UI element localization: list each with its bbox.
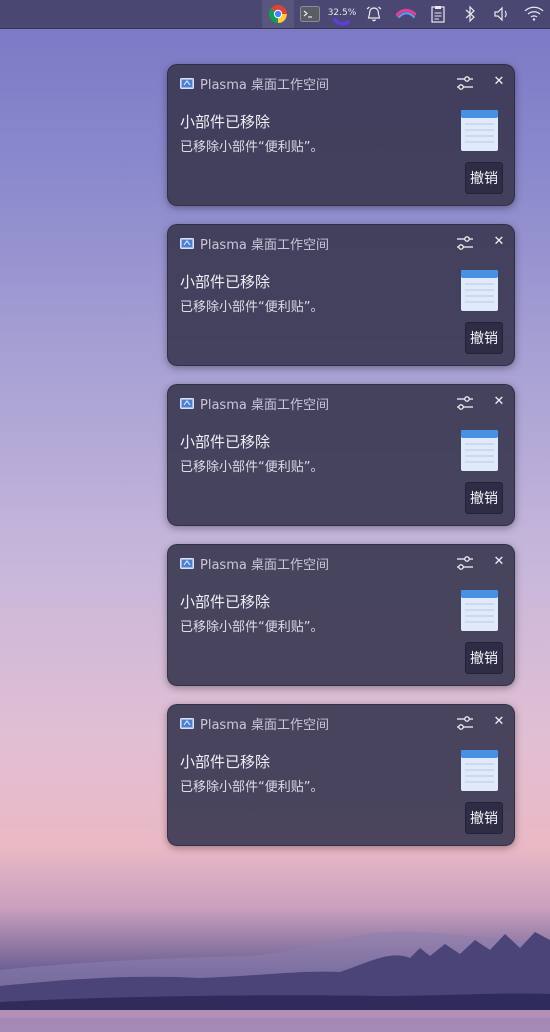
notification-body: 已移除小部件“便利贴”。 <box>180 780 324 795</box>
notification-app-name: Plasma 桌面工作空间 <box>200 557 329 573</box>
plasma-app-icon <box>180 77 194 89</box>
chrome-icon <box>269 5 287 24</box>
notification-app-name: Plasma 桌面工作空间 <box>200 717 329 733</box>
undo-button[interactable]: 撤销 <box>465 482 503 514</box>
sticky-note-icon <box>461 750 498 791</box>
notification-popup: Plasma 桌面工作空间 ✕ 小部件已移除 已移除小部件“便利贴”。 撤销 <box>167 384 515 526</box>
notification-app-name: Plasma 桌面工作空间 <box>200 397 329 413</box>
notification-header: Plasma 桌面工作空间 <box>180 74 329 93</box>
close-icon[interactable]: ✕ <box>492 555 506 569</box>
system-tray: 32.5% <box>262 0 550 28</box>
volume-icon <box>494 6 507 22</box>
lake-landscape <box>0 931 550 1032</box>
notification-header: Plasma 桌面工作空间 <box>180 714 329 733</box>
notification-title: 小部件已移除 <box>180 593 271 611</box>
sticky-note-icon <box>461 590 498 631</box>
notification-body: 已移除小部件“便利贴”。 <box>180 300 324 315</box>
wifi-tray-item[interactable] <box>518 0 550 28</box>
battery-percentage: 32.5% <box>327 8 357 18</box>
notification-body: 已移除小部件“便利贴”。 <box>180 140 324 155</box>
close-icon[interactable]: ✕ <box>492 395 506 409</box>
krita-tray-item[interactable] <box>390 0 422 28</box>
notification-header: Plasma 桌面工作空间 <box>180 554 329 573</box>
close-icon[interactable]: ✕ <box>492 75 506 89</box>
battery-indicator[interactable]: 32.5% <box>326 0 358 28</box>
top-panel: 32.5% <box>0 0 550 29</box>
notification-header: Plasma 桌面工作空间 <box>180 394 329 413</box>
alarm-icon <box>366 6 382 22</box>
notification-body: 已移除小部件“便利贴”。 <box>180 620 324 635</box>
notification-title: 小部件已移除 <box>180 273 271 291</box>
notification-body: 已移除小部件“便利贴”。 <box>180 460 324 475</box>
sticky-note-icon <box>461 270 498 311</box>
notification-app-name: Plasma 桌面工作空间 <box>200 77 329 93</box>
notification-title: 小部件已移除 <box>180 433 271 451</box>
bluetooth-icon <box>465 5 475 23</box>
plasma-app-icon <box>180 717 194 729</box>
notification-popup: Plasma 桌面工作空间 ✕ 小部件已移除 已移除小部件“便利贴”。 撤销 <box>167 224 515 366</box>
undo-button[interactable]: 撤销 <box>465 642 503 674</box>
notification-popup: Plasma 桌面工作空间 ✕ 小部件已移除 已移除小部件“便利贴”。 撤销 <box>167 704 515 846</box>
configure-notification-icon[interactable] <box>456 75 474 91</box>
close-icon[interactable]: ✕ <box>492 235 506 249</box>
configure-notification-icon[interactable] <box>456 715 474 731</box>
krita-brush-icon <box>396 8 416 18</box>
notification-header: Plasma 桌面工作空间 <box>180 234 329 253</box>
notification-popup: Plasma 桌面工作空间 ✕ 小部件已移除 已移除小部件“便利贴”。 撤销 <box>167 64 515 206</box>
sticky-note-icon <box>461 110 498 151</box>
undo-button[interactable]: 撤销 <box>465 162 503 194</box>
bluetooth-tray-item[interactable] <box>454 0 486 28</box>
alarm-tray-item[interactable] <box>358 0 390 28</box>
notification-app-name: Plasma 桌面工作空间 <box>200 237 329 253</box>
configure-notification-icon[interactable] <box>456 395 474 411</box>
volume-tray-item[interactable] <box>486 0 518 28</box>
terminal-task-button[interactable] <box>294 0 326 28</box>
terminal-icon <box>300 6 320 22</box>
clipboard-icon <box>431 6 445 23</box>
wifi-icon <box>524 6 544 21</box>
notification-title: 小部件已移除 <box>180 113 271 131</box>
plasma-app-icon <box>180 557 194 569</box>
configure-notification-icon[interactable] <box>456 235 474 251</box>
sticky-note-icon <box>461 430 498 471</box>
notification-popup: Plasma 桌面工作空间 ✕ 小部件已移除 已移除小部件“便利贴”。 撤销 <box>167 544 515 686</box>
undo-button[interactable]: 撤销 <box>465 802 503 834</box>
close-icon[interactable]: ✕ <box>492 715 506 729</box>
plasma-app-icon <box>180 237 194 249</box>
configure-notification-icon[interactable] <box>456 555 474 571</box>
plasma-app-icon <box>180 397 194 409</box>
undo-button[interactable]: 撤销 <box>465 322 503 354</box>
chrome-task-button[interactable] <box>262 0 294 28</box>
notification-title: 小部件已移除 <box>180 753 271 771</box>
clipboard-tray-item[interactable] <box>422 0 454 28</box>
